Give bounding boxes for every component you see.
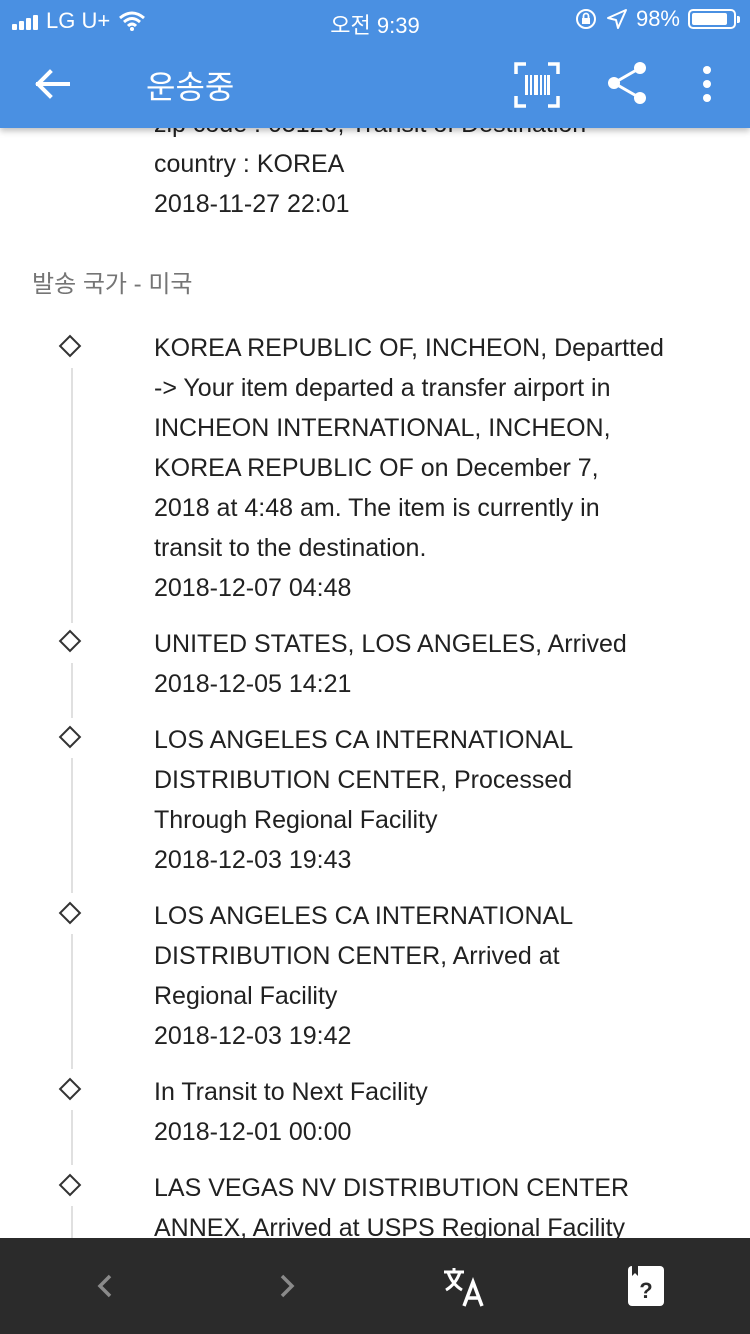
event-date: 2018-12-03 19:42 [154,1022,352,1050]
tracking-event: UNITED STATES, LOS ANGELES, Arrived 2018… [154,624,724,704]
event-date: 2018-12-01 00:00 [154,1118,352,1146]
tracking-content[interactable]: zip code : 05120, Transit of Destination… [0,128,750,1238]
more-vert-icon[interactable] [692,60,722,108]
timeline-line [71,1206,73,1238]
timeline-line [71,934,73,1069]
translate-icon[interactable] [440,1262,488,1310]
event-date: 2018-12-05 14:21 [154,670,352,698]
timeline-diamond-icon [58,1077,82,1101]
timeline-diamond-icon [58,334,82,358]
event-line: LAS VEGAS NV DISTRIBUTION CENTER [154,1174,630,1202]
barcode-icon[interactable] [514,62,560,108]
event-line: DISTRIBUTION CENTER, Processed [154,766,573,794]
event-line: transit to the destination. [154,534,427,562]
timeline-diamond-icon [58,725,82,749]
event-line: 2018 at 4:48 am. The item is currently i… [154,494,600,522]
tracking-event: KOREA REPUBLIC OF, INCHEON, Departted ->… [154,328,724,608]
timeline-line [71,368,73,623]
page-title: 운송중 [146,69,235,105]
timeline-line [71,663,73,718]
battery-percent: 98% [635,6,680,31]
entry-date: 2018-11-27 22:01 [154,190,350,218]
help-book-icon[interactable]: ? [622,1262,670,1310]
chevron-left-icon[interactable] [82,1262,130,1310]
share-icon[interactable] [604,60,650,106]
event-line: ANNEX, Arrived at USPS Regional Facility [154,1214,626,1238]
tracking-event: LOS ANGELES CA INTERNATIONAL DISTRIBUTIO… [154,720,724,880]
entry-line: zip code : 05120, Transit of Destination [154,128,724,144]
bottom-toolbar: ? [0,1238,750,1334]
timeline-diamond-icon [58,629,82,653]
orientation-lock-icon [575,9,596,29]
timeline-line [71,758,73,893]
section-label: 발송 국가 - 미국 [32,271,193,298]
event-line: In Transit to Next Facility [154,1078,428,1106]
tracking-event: LAS VEGAS NV DISTRIBUTION CENTER ANNEX, … [154,1168,724,1238]
event-line: KOREA REPUBLIC OF, INCHEON, Departted [154,334,664,362]
svg-text:?: ? [639,1278,652,1303]
event-date: 2018-12-03 19:43 [154,846,352,874]
event-line: Regional Facility [154,982,338,1010]
event-line: KOREA REPUBLIC OF on December 7, [154,454,599,482]
event-line: UNITED STATES, LOS ANGELES, Arrived [154,630,627,658]
timeline-diamond-icon [58,901,82,925]
event-line: INCHEON INTERNATIONAL, INCHEON, [154,414,611,442]
event-line: -> Your item departed a transfer airport… [154,374,611,402]
tracking-event: In Transit to Next Facility 2018-12-01 0… [154,1072,724,1152]
timeline-diamond-icon [58,1173,82,1197]
back-arrow-icon[interactable] [30,62,74,106]
chevron-right-icon[interactable] [262,1262,310,1310]
status-right: 98% [574,6,740,32]
event-line: LOS ANGELES CA INTERNATIONAL [154,726,574,754]
tracking-event: LOS ANGELES CA INTERNATIONAL DISTRIBUTIO… [154,896,724,1056]
event-date: 2018-12-07 04:48 [154,574,352,602]
app-bar: 운송중 [0,40,750,128]
timeline-line [71,1110,73,1165]
location-icon [606,9,627,29]
partial-entry: zip code : 05120, Transit of Destination… [154,128,724,224]
event-line: Through Regional Facility [154,806,438,834]
entry-line: country : KOREA [154,150,345,178]
event-line: LOS ANGELES CA INTERNATIONAL [154,902,574,930]
event-line: DISTRIBUTION CENTER, Arrived at [154,942,560,970]
battery-icon [688,9,740,29]
status-bar: LG U+ 오전 9:39 98% [0,0,750,40]
